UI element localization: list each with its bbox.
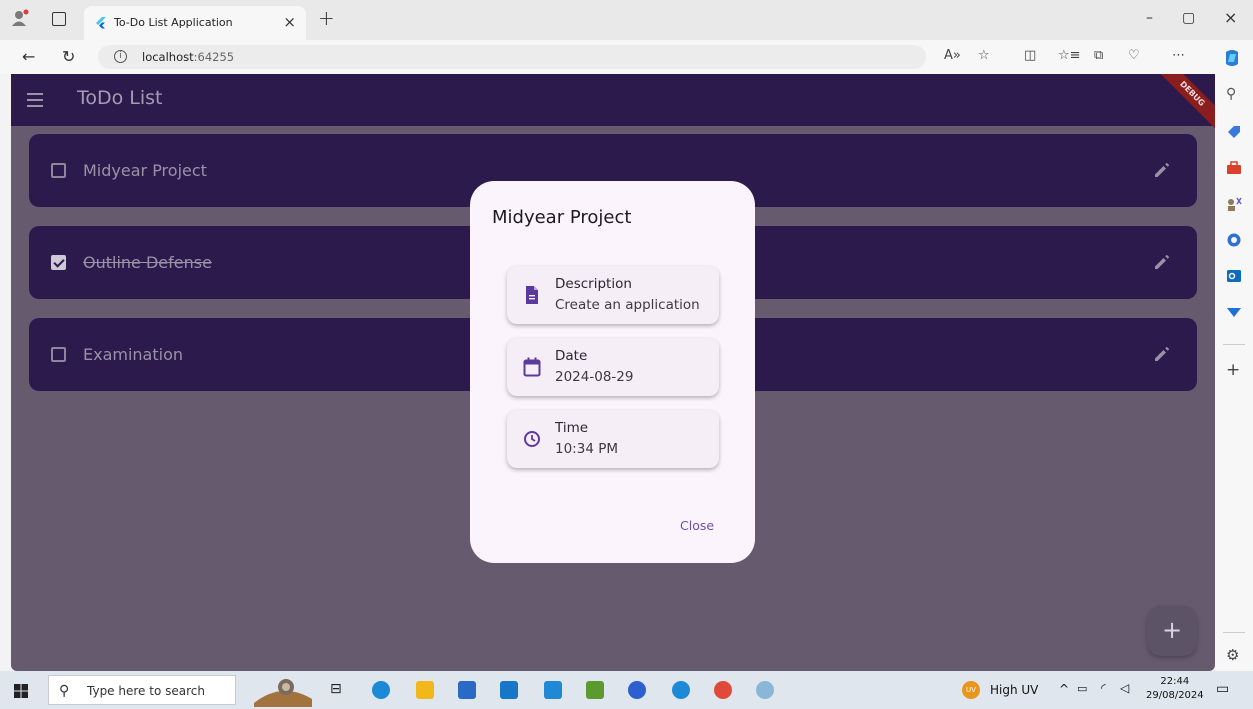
favorite-star-icon[interactable]: ☆ <box>978 48 990 63</box>
clock-icon <box>524 431 540 447</box>
description-card: Description Create an application <box>507 266 719 324</box>
notifications-icon[interactable]: ▭ <box>1216 681 1229 697</box>
browser-essentials-icon[interactable]: ♡ <box>1128 48 1140 63</box>
flutter-favicon-icon <box>96 17 106 29</box>
read-aloud-icon[interactable]: A» <box>944 48 961 63</box>
task-checkbox[interactable] <box>51 347 66 362</box>
menu-icon[interactable] <box>27 93 43 107</box>
tab-title: To-Do List Application <box>114 16 233 29</box>
tools-icon[interactable] <box>1226 160 1242 176</box>
app-bar: ToDo List DEBUG <box>11 74 1215 132</box>
paint-icon[interactable] <box>756 681 774 699</box>
date-value: 2024-08-29 <box>555 369 634 385</box>
windows-start-icon[interactable] <box>14 684 28 698</box>
weather-text[interactable]: High UV <box>990 683 1038 697</box>
tab-close-icon[interactable]: × <box>283 13 296 31</box>
document-icon <box>526 286 538 304</box>
more-icon[interactable]: ⋯ <box>1172 48 1185 63</box>
vscode-icon[interactable] <box>544 681 562 699</box>
search-icon[interactable]: ⚲ <box>1226 86 1242 102</box>
edit-icon[interactable] <box>1153 161 1171 179</box>
clock-time: 22:44 <box>1160 676 1190 687</box>
task-label: Outline Defense <box>83 253 212 272</box>
date-card: Date 2024-08-29 <box>507 338 719 396</box>
edit-icon[interactable] <box>1153 253 1171 271</box>
add-task-button[interactable]: + <box>1147 606 1197 656</box>
profile-icon[interactable] <box>10 8 30 28</box>
url-port: :64255 <box>193 50 235 64</box>
back-icon[interactable]: ← <box>22 47 35 66</box>
edge-app-icon[interactable] <box>372 681 390 699</box>
collections-icon[interactable]: ⧉ <box>1094 48 1103 63</box>
minimize-button[interactable]: – <box>1146 10 1153 26</box>
sidebar-divider <box>1223 344 1245 345</box>
taskbar-search-box[interactable]: ⚲ Type here to search <box>48 675 236 705</box>
close-window-button[interactable]: × <box>1224 8 1237 27</box>
task-checkbox[interactable] <box>51 163 66 178</box>
calendar-icon <box>523 357 541 377</box>
file-explorer-icon[interactable] <box>416 681 434 699</box>
time-card: Time 10:34 PM <box>507 410 719 468</box>
app-title: ToDo List <box>77 87 163 109</box>
time-value: 10:34 PM <box>555 441 618 457</box>
wifi-icon[interactable]: ◜ <box>1101 681 1106 695</box>
browser-tab-strip: To-Do List Application × + – ▢ × <box>0 0 1253 40</box>
copilot-icon[interactable] <box>1222 48 1242 68</box>
search-placeholder: Type here to search <box>87 684 205 698</box>
description-label: Description <box>555 276 632 292</box>
show-hidden-icons-icon[interactable]: ^ <box>1059 682 1069 696</box>
microsoft-365-icon[interactable] <box>1226 232 1242 248</box>
dialog-title: Midyear Project <box>492 207 632 228</box>
task-view-icon[interactable]: ⊟ <box>330 681 342 697</box>
taskbar-clock[interactable]: 22:44 29/08/2024 <box>1146 675 1204 703</box>
tab-actions-icon[interactable] <box>52 12 66 26</box>
task-checkbox-checked[interactable] <box>51 255 66 270</box>
date-label: Date <box>555 348 588 364</box>
restore-button[interactable]: ▢ <box>1182 10 1195 26</box>
close-button[interactable]: Close <box>680 518 714 533</box>
description-value: Create an application <box>555 297 700 313</box>
search-icon: ⚲ <box>59 683 70 699</box>
edit-icon[interactable] <box>1153 345 1171 363</box>
battery-icon[interactable]: ▭ <box>1077 682 1087 695</box>
search-highlight-illustration-icon[interactable] <box>252 673 314 707</box>
new-tab-button[interactable]: + <box>318 6 335 30</box>
split-screen-icon[interactable]: ◫ <box>1024 48 1036 63</box>
games-icon[interactable] <box>1226 196 1242 212</box>
sidebar-divider <box>1223 632 1245 633</box>
outlook-icon[interactable] <box>1226 268 1242 284</box>
clock-date: 29/08/2024 <box>1146 690 1204 701</box>
time-label: Time <box>555 420 589 436</box>
uv-weather-icon[interactable]: UV <box>962 681 980 699</box>
store-icon[interactable] <box>458 681 476 699</box>
address-bar: ← ↻ i localhost:64255 A» ☆ ◫ ☆≡ ⧉ ♡ ⋯ <box>0 40 1253 74</box>
url-text: localhost:64255 <box>142 50 234 64</box>
url-field[interactable]: i localhost:64255 <box>98 45 926 69</box>
windows-taskbar: ⚲ Type here to search ⊟ UV High UV ^ ▭ ◜… <box>0 671 1253 709</box>
mail-icon[interactable] <box>500 681 518 699</box>
android-studio-icon[interactable] <box>628 681 646 699</box>
shopping-tag-icon[interactable] <box>1226 124 1242 140</box>
task-label: Examination <box>83 345 184 364</box>
minecraft-icon[interactable] <box>586 681 604 699</box>
favorites-icon[interactable]: ☆≡ <box>1058 48 1081 63</box>
debug-banner: DEBUG <box>1154 74 1215 132</box>
refresh-icon[interactable]: ↻ <box>62 47 75 66</box>
browser-tab[interactable]: To-Do List Application × <box>84 6 306 40</box>
edge-dev-icon[interactable] <box>672 681 690 699</box>
chrome-icon[interactable] <box>714 681 732 699</box>
gear-icon[interactable]: ⚙ <box>1226 646 1242 664</box>
url-host: localhost <box>142 50 194 64</box>
task-label: Midyear Project <box>83 161 207 180</box>
task-details-dialog: Midyear Project Description Create an ap… <box>470 181 755 563</box>
drop-icon[interactable] <box>1226 304 1242 320</box>
volume-icon[interactable]: ◁ <box>1120 681 1129 695</box>
edge-sidebar: ⚲ + ⚙ <box>1215 74 1253 671</box>
add-sidebar-app-icon[interactable]: + <box>1226 360 1242 380</box>
site-info-icon[interactable]: i <box>114 50 127 63</box>
